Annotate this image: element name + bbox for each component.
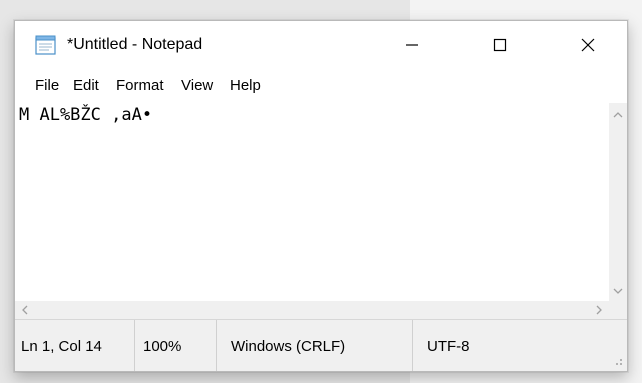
minimize-icon xyxy=(406,44,418,46)
menu-format[interactable]: Format xyxy=(116,77,164,94)
scrollbar-corner xyxy=(609,301,627,319)
status-bar: Ln 1, Col 14 100% Windows (CRLF) UTF-8 xyxy=(15,319,627,371)
minimize-button[interactable] xyxy=(379,21,445,69)
window-title: *Untitled - Notepad xyxy=(67,36,203,53)
chevron-down-icon[interactable] xyxy=(613,287,623,295)
chevron-left-icon[interactable] xyxy=(21,305,29,315)
close-button[interactable] xyxy=(555,21,621,69)
menu-view[interactable]: View xyxy=(181,77,213,94)
menu-bar: File Edit Format View Help xyxy=(15,69,627,99)
notepad-icon[interactable] xyxy=(35,35,57,55)
text-editor[interactable]: M AL%BŽC ,aA• xyxy=(15,103,609,301)
menu-file[interactable]: File xyxy=(35,77,59,94)
menu-edit[interactable]: Edit xyxy=(73,77,99,94)
horizontal-scrollbar[interactable] xyxy=(15,301,609,319)
status-position: Ln 1, Col 14 xyxy=(21,337,102,355)
resize-grip-icon[interactable] xyxy=(611,354,623,366)
chevron-right-icon[interactable] xyxy=(595,305,603,315)
status-encoding: UTF-8 xyxy=(412,320,572,371)
editor-content[interactable]: M AL%BŽC ,aA• xyxy=(19,105,152,125)
maximize-button[interactable] xyxy=(467,21,533,69)
maximize-icon xyxy=(493,38,507,52)
chevron-up-icon[interactable] xyxy=(613,111,623,119)
title-bar[interactable]: *Untitled - Notepad xyxy=(15,21,627,69)
close-icon xyxy=(581,38,595,52)
menu-help[interactable]: Help xyxy=(230,77,261,94)
status-zoom: 100% xyxy=(134,320,216,371)
vertical-scrollbar[interactable] xyxy=(609,103,627,301)
status-line-ending: Windows (CRLF) xyxy=(216,320,412,371)
notepad-window: *Untitled - Notepad File Edit Format Vie… xyxy=(14,20,628,372)
